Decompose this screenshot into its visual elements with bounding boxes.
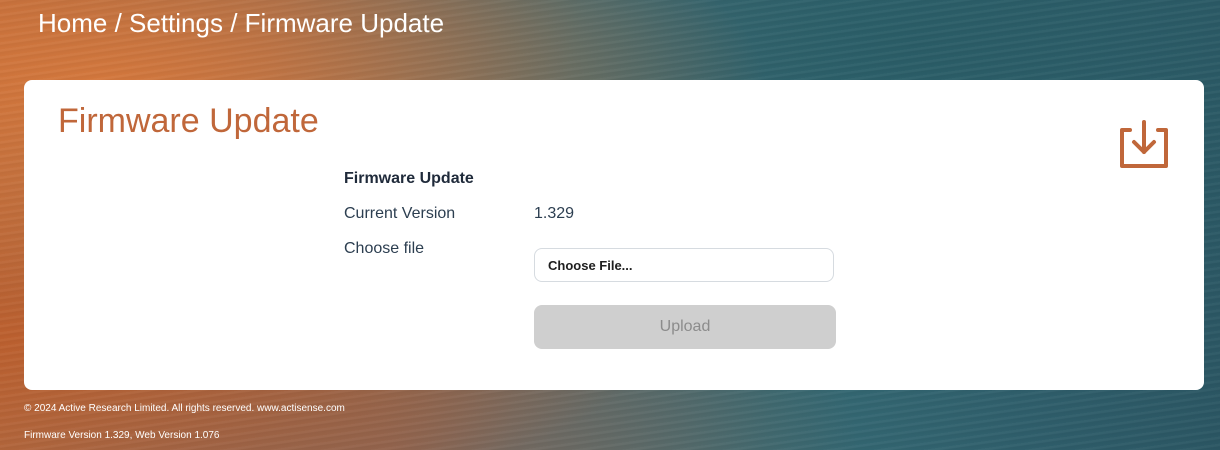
page-title: Firmware Update	[58, 102, 319, 140]
footer-copyright: © 2024 Active Research Limited. All righ…	[24, 403, 345, 414]
current-version-label: Current Version	[344, 205, 456, 222]
download-tray-icon	[1120, 120, 1168, 168]
choose-file-label: Choose file	[344, 240, 425, 257]
breadcrumb-separator: /	[107, 8, 130, 38]
breadcrumb-settings[interactable]: Settings	[129, 8, 223, 38]
current-version-row: Current Version 1.329	[344, 205, 844, 225]
form-heading: Firmware Update	[344, 170, 474, 187]
footer-versions: Firmware Version 1.329, Web Version 1.07…	[24, 430, 220, 441]
breadcrumb-current: Firmware Update	[244, 8, 445, 38]
firmware-update-panel: Firmware Update Firmware Update Current …	[24, 80, 1204, 390]
upload-button[interactable]: Upload	[534, 305, 836, 349]
firmware-update-form: Firmware Update Current Version 1.329 Ch…	[344, 170, 864, 349]
choose-file-button-label: Choose File...	[548, 257, 633, 273]
choose-file-input[interactable]: Choose File...	[534, 248, 834, 282]
breadcrumb-separator: /	[222, 8, 245, 38]
breadcrumb-home[interactable]: Home	[38, 8, 107, 38]
breadcrumb: Home / Settings / Firmware Update	[38, 8, 444, 39]
current-version-value: 1.329	[534, 205, 575, 222]
